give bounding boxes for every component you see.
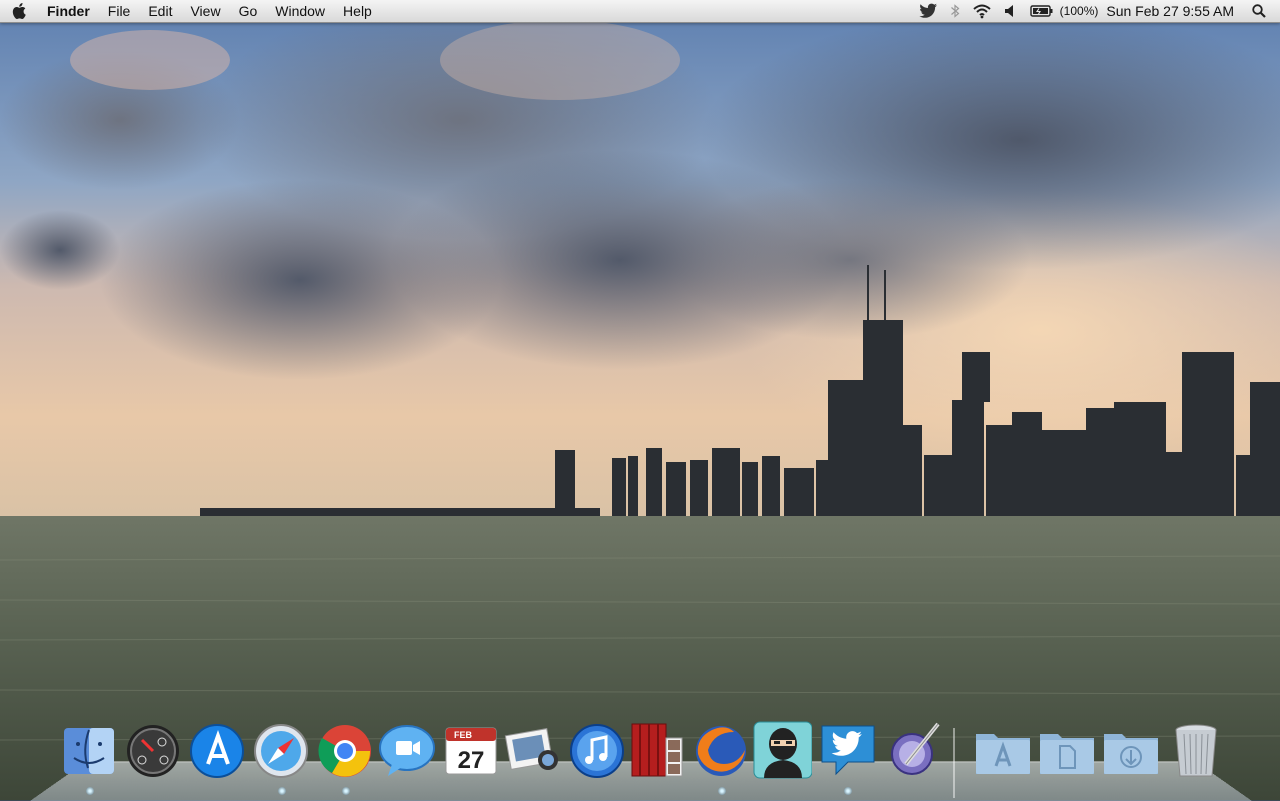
dock-item-photo-booth[interactable] [628, 720, 688, 784]
battery-icon[interactable] [1024, 0, 1060, 22]
itunes-icon [570, 724, 624, 778]
dock-item-safari[interactable] [250, 720, 310, 784]
menu-file[interactable]: File [99, 0, 140, 22]
dock-item-twitter[interactable] [818, 720, 878, 784]
apple-menu-icon[interactable] [0, 0, 38, 22]
menu-view[interactable]: View [181, 0, 229, 22]
dock-stack-downloads[interactable] [1100, 720, 1160, 784]
spotlight-icon[interactable] [1240, 0, 1280, 22]
bluetooth-icon[interactable] [944, 0, 966, 22]
running-indicator [278, 787, 286, 795]
documents-folder-icon [1040, 734, 1094, 774]
wifi-icon[interactable] [966, 0, 998, 22]
safari-icon [254, 724, 308, 778]
applications-folder-icon [976, 734, 1030, 774]
ninja-icon [753, 721, 812, 779]
running-indicator [342, 787, 350, 795]
menu-bar: Finder File Edit View Go Window Help (10… [0, 0, 1280, 23]
volume-icon[interactable] [998, 0, 1024, 22]
running-indicator [844, 787, 852, 795]
app-store-icon [190, 724, 244, 778]
dock-item-ical[interactable]: FEB 27 [440, 720, 500, 784]
dock-item-ichat[interactable] [376, 720, 436, 784]
dock: FEB 27 [58, 720, 1228, 798]
menu-go[interactable]: Go [230, 0, 267, 22]
dock-item-chrome[interactable] [314, 720, 374, 784]
trash-icon [1175, 724, 1217, 777]
battery-percent[interactable]: (100%) [1060, 4, 1101, 18]
menu-help[interactable]: Help [334, 0, 381, 22]
firefox-icon [696, 726, 746, 776]
dock-stack-documents[interactable] [1036, 720, 1096, 784]
calendar-month: FEB [454, 730, 473, 740]
dock-item-finder[interactable] [58, 720, 118, 784]
chrome-icon [318, 725, 371, 777]
dock-item-firefox[interactable] [690, 720, 750, 784]
app-menu-finder[interactable]: Finder [38, 0, 99, 22]
menu-window[interactable]: Window [266, 0, 334, 22]
dock-item-dashboard[interactable] [122, 720, 182, 784]
dock-item-iphoto[interactable] [502, 720, 562, 784]
desktop-wallpaper[interactable] [0, 0, 1280, 800]
dock-item-ninja[interactable] [752, 720, 812, 784]
dock-stack-applications[interactable] [972, 720, 1032, 784]
menu-clock[interactable]: Sun Feb 27 9:55 AM [1100, 3, 1240, 19]
dock-item-itunes[interactable] [566, 720, 626, 784]
dock-item-trash[interactable] [1166, 720, 1226, 784]
finder-icon [64, 728, 114, 774]
dock-separator [953, 728, 955, 798]
dashboard-icon [127, 725, 179, 777]
ichat-icon [379, 725, 435, 776]
iphoto-icon [504, 728, 558, 770]
dock-item-app-store[interactable] [186, 720, 246, 784]
calendar-day: 27 [458, 747, 485, 774]
downloads-folder-icon [1104, 734, 1158, 774]
dock-item-instruments[interactable] [884, 720, 944, 784]
photo-booth-icon [631, 723, 683, 777]
twitter-bird-icon[interactable] [912, 0, 944, 22]
instruments-icon [891, 722, 940, 775]
running-indicator [86, 787, 94, 795]
calendar-icon: FEB 27 [445, 727, 497, 775]
twitter-icon [821, 725, 875, 776]
menu-edit[interactable]: Edit [139, 0, 181, 22]
running-indicator [718, 787, 726, 795]
